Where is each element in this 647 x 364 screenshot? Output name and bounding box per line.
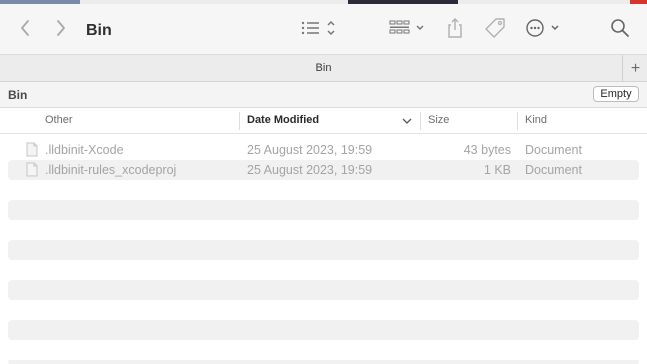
file-name: .lldbinit-Xcode [45, 143, 124, 157]
empty-row [8, 280, 639, 300]
column-divider[interactable] [239, 112, 240, 130]
window-title: Bin [86, 22, 112, 39]
column-header-date-modified[interactable]: Date Modified [247, 114, 319, 126]
column-header-size[interactable]: Size [428, 114, 449, 126]
file-size: 1 KB [483, 163, 511, 177]
file-kind: Document [525, 143, 582, 157]
column-header-kind[interactable]: Kind [525, 114, 547, 126]
file-row[interactable]: .lldbinit-Xcode 25 August 2023, 19:59 43… [8, 140, 639, 160]
document-icon [26, 162, 38, 177]
tag-button[interactable] [483, 16, 507, 40]
empty-bin-button[interactable]: Empty [593, 86, 639, 102]
share-button[interactable] [444, 16, 466, 40]
column-header-name[interactable]: Other [45, 114, 73, 126]
tab-bar: Bin + [0, 54, 647, 82]
chevron-right-icon [57, 20, 65, 36]
document-icon [26, 142, 38, 157]
group-grid-icon [389, 20, 424, 34]
ellipsis-circle-icon [526, 19, 559, 37]
tag-icon [485, 18, 505, 38]
more-actions-button[interactable] [524, 16, 564, 40]
chevron-left-icon [21, 20, 29, 36]
search-icon [611, 19, 629, 37]
empty-row [8, 360, 639, 364]
file-kind: Document [525, 163, 582, 177]
list-view-icon [301, 20, 335, 36]
forward-button[interactable] [50, 17, 72, 39]
file-date-modified: 25 August 2023, 19:59 [247, 163, 373, 177]
column-header: Other Date Modified Size Kind [0, 108, 647, 134]
file-name: .lldbinit-rules_xcodeproj [45, 163, 177, 177]
back-button[interactable] [14, 17, 36, 39]
tab-bin[interactable]: Bin [0, 62, 647, 74]
folder-label: Bin [8, 88, 28, 102]
empty-row [8, 200, 639, 220]
share-icon [448, 18, 462, 38]
column-divider[interactable] [517, 112, 518, 130]
empty-row [8, 320, 639, 340]
file-size: 43 bytes [463, 143, 511, 157]
file-row[interactable]: .lldbinit-rules_xcodeproj 25 August 2023… [8, 160, 639, 180]
column-divider[interactable] [420, 112, 421, 130]
bin-header-bar: Bin Empty [0, 82, 647, 108]
empty-row [8, 240, 639, 260]
file-date-modified: 25 August 2023, 19:59 [247, 143, 373, 157]
view-options-button[interactable] [298, 16, 340, 40]
sort-descending-icon [402, 118, 412, 124]
toolbar: Bin [0, 4, 647, 54]
search-button[interactable] [608, 16, 632, 40]
group-button[interactable] [388, 16, 428, 40]
new-tab-button[interactable]: + [622, 55, 647, 82]
